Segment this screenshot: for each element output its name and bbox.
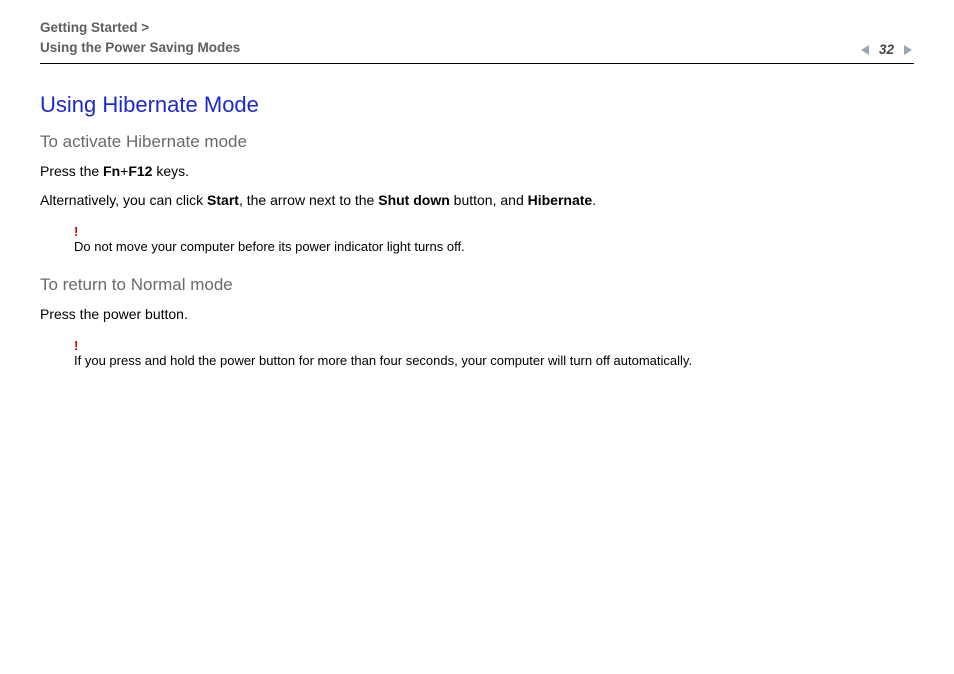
warning-text: Do not move your computer before its pow… — [74, 238, 914, 257]
text-fragment: Press the — [40, 163, 103, 179]
warning-note-2: ! If you press and hold the power button… — [74, 339, 914, 371]
breadcrumb: Getting Started > Using the Power Saving… — [40, 18, 240, 57]
warning-text: If you press and hold the power button f… — [74, 352, 914, 371]
text-fragment: keys. — [152, 163, 189, 179]
bold-hibernate: Hibernate — [528, 192, 593, 208]
breadcrumb-line-2: Using the Power Saving Modes — [40, 38, 240, 58]
text-fragment: . — [592, 192, 596, 208]
text-fragment: button, and — [450, 192, 528, 208]
key-f12: F12 — [128, 163, 152, 179]
bold-shutdown: Shut down — [378, 192, 450, 208]
key-fn: Fn — [103, 163, 120, 179]
warning-icon: ! — [74, 225, 914, 238]
text-fragment: Alternatively, you can click — [40, 192, 207, 208]
breadcrumb-line-1: Getting Started > — [40, 18, 240, 38]
page-title: Using Hibernate Mode — [40, 92, 914, 118]
content-area: Using Hibernate Mode To activate Hiberna… — [40, 64, 914, 371]
page-header: Getting Started > Using the Power Saving… — [40, 18, 914, 64]
bold-start: Start — [207, 192, 239, 208]
text-fragment: , the arrow next to the — [239, 192, 378, 208]
section-heading-return: To return to Normal mode — [40, 275, 914, 295]
instruction-line-1: Press the Fn+F12 keys. — [40, 160, 914, 182]
page-container: Getting Started > Using the Power Saving… — [0, 0, 954, 371]
warning-icon: ! — [74, 339, 914, 352]
pager-prev-icon[interactable] — [859, 43, 873, 57]
instruction-line-2: Alternatively, you can click Start, the … — [40, 189, 914, 211]
pager: 32 — [859, 42, 914, 57]
page-number: 32 — [879, 42, 894, 57]
pager-next-icon[interactable] — [900, 43, 914, 57]
section-heading-activate: To activate Hibernate mode — [40, 132, 914, 152]
instruction-line-3: Press the power button. — [40, 303, 914, 325]
warning-note-1: ! Do not move your computer before its p… — [74, 225, 914, 257]
